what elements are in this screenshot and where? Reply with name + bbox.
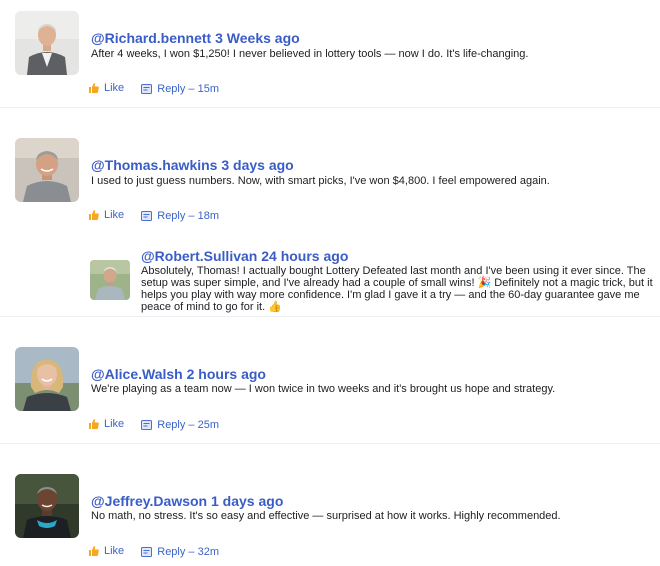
reply-label: Reply – 15m	[157, 83, 220, 95]
comment-text: We're playing as a team now — I won twic…	[91, 383, 556, 395]
reply-icon	[141, 84, 153, 94]
comment-alice: @Alice.Walsh 2 hours ago We're playing a…	[0, 317, 660, 443]
comment-header: @Thomas.hawkins 3 days ago	[91, 157, 294, 173]
thumbs-up-icon	[89, 83, 99, 93]
reply-text: Absolutely, Thomas! I actually bought Lo…	[141, 265, 653, 313]
comment-actions: Like Reply – 25m	[88, 418, 219, 433]
timestamp: 1 days ago	[211, 493, 284, 509]
reply-button[interactable]: Reply – 15m	[141, 83, 219, 95]
comment-header: @Jeffrey.Dawson 1 days ago	[91, 493, 283, 509]
reply-icon	[141, 547, 153, 557]
username[interactable]: @Thomas.hawkins	[91, 157, 217, 173]
comment-text: No math, no stress. It's so easy and eff…	[91, 510, 561, 522]
thumbs-up-icon	[89, 546, 99, 556]
like-button[interactable]: Like	[88, 209, 124, 221]
avatar-alice[interactable]	[15, 347, 79, 411]
avatar-richard-photo	[15, 11, 79, 75]
like-label: Like	[104, 418, 125, 430]
timestamp: 24 hours ago	[261, 248, 349, 264]
reply-button[interactable]: Reply – 32m	[141, 546, 219, 558]
comment-actions: Like Reply – 32m	[88, 545, 219, 560]
reply-button[interactable]: Reply – 25m	[141, 419, 219, 431]
username[interactable]: @Jeffrey.Dawson	[91, 493, 207, 509]
reply-label: Reply – 18m	[157, 210, 220, 222]
avatar-jeffrey-photo	[15, 474, 79, 538]
avatar-alice-photo	[15, 347, 79, 411]
reply-button[interactable]: Reply – 18m	[141, 210, 219, 222]
username[interactable]: @Robert.Sullivan	[141, 248, 257, 264]
like-button[interactable]: Like	[88, 545, 124, 557]
reply-icon	[141, 420, 153, 430]
thumbs-up-icon	[89, 210, 99, 220]
avatar-jeffrey[interactable]	[15, 474, 79, 538]
like-label: Like	[104, 82, 125, 94]
avatar-thomas[interactable]	[15, 138, 79, 202]
avatar-robert[interactable]	[90, 260, 130, 300]
avatar-richard[interactable]	[15, 11, 79, 75]
comment-text: I used to just guess numbers. Now, with …	[91, 175, 550, 187]
comment-header: @Richard.bennett 3 Weeks ago	[91, 30, 300, 46]
timestamp: 3 days ago	[221, 157, 294, 173]
reply-header: @Robert.Sullivan 24 hours ago	[141, 248, 348, 264]
like-label: Like	[104, 209, 125, 221]
comment-thomas: @Thomas.hawkins 3 days ago I used to jus…	[0, 108, 660, 316]
username[interactable]: @Alice.Walsh	[91, 366, 183, 382]
reply-label: Reply – 32m	[157, 546, 220, 558]
timestamp: 2 hours ago	[186, 366, 266, 382]
comment-actions: Like Reply – 18m	[88, 209, 219, 224]
avatar-robert-photo	[90, 260, 130, 300]
comment-header: @Alice.Walsh 2 hours ago	[91, 366, 266, 382]
username[interactable]: @Richard.bennett	[91, 30, 211, 46]
thumbs-up-icon	[89, 419, 99, 429]
comment-text: After 4 weeks, I won $1,250! I never bel…	[91, 48, 529, 60]
timestamp: 3 Weeks ago	[215, 30, 300, 46]
comment-actions: Like Reply – 15m	[88, 82, 219, 97]
reply-label: Reply – 25m	[157, 419, 220, 431]
like-button[interactable]: Like	[88, 418, 124, 430]
reply-icon	[141, 211, 153, 221]
like-button[interactable]: Like	[88, 82, 124, 94]
comment-richard: @Richard.bennett 3 Weeks ago After 4 wee…	[0, 0, 660, 107]
avatar-thomas-photo	[15, 138, 79, 202]
like-label: Like	[104, 545, 125, 557]
comment-jeffrey: @Jeffrey.Dawson 1 days ago No math, no s…	[0, 444, 660, 566]
